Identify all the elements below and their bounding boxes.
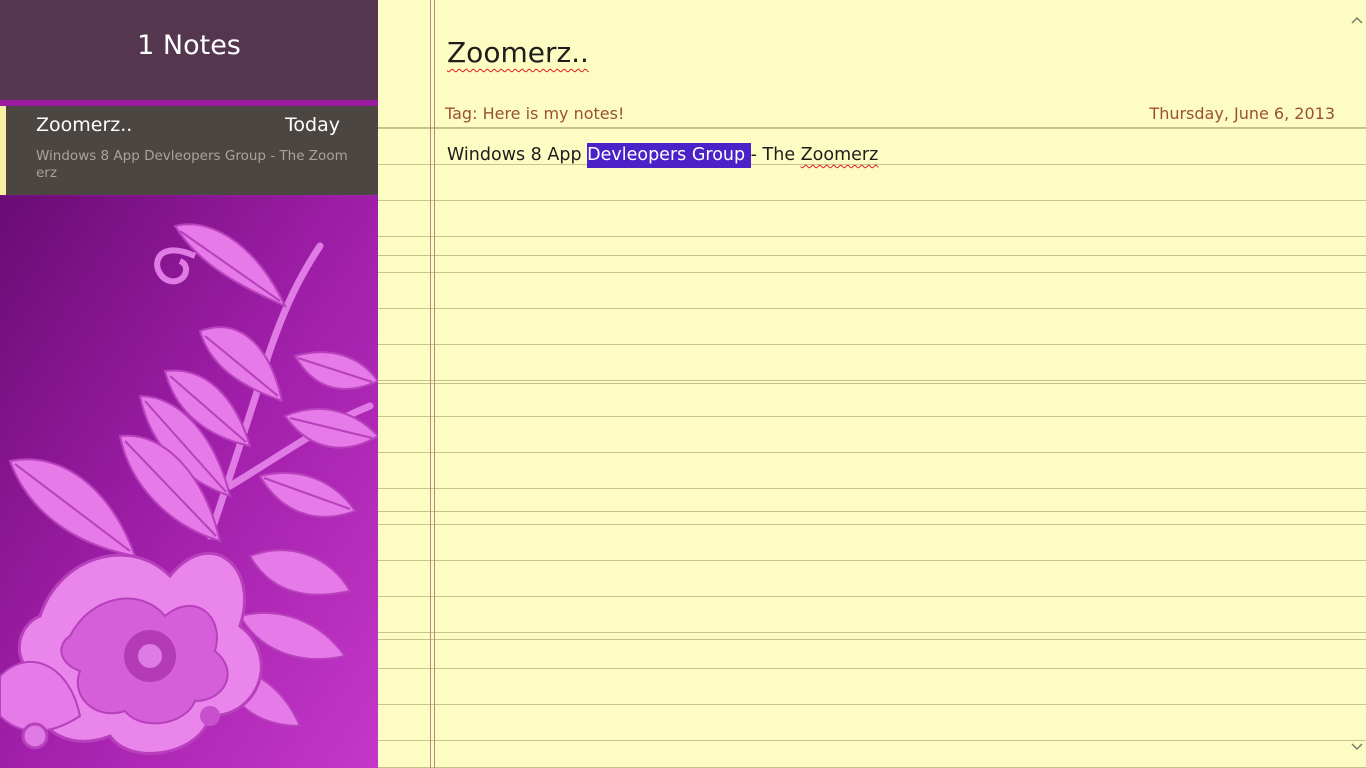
note-date: Thursday, June 6, 2013 [1149, 104, 1335, 123]
note-list-item-preview: Windows 8 App Devleopers Group - The Zoo… [36, 148, 348, 181]
misspelled-word: Zoomerz [800, 145, 879, 165]
chevron-down-icon[interactable] [1351, 740, 1363, 752]
sidebar-header: 1 Notes [0, 0, 378, 106]
note-editor[interactable]: Zoomerz.. Tag: Here is my notes! Thursda… [378, 0, 1366, 768]
notes-count-title: 1 Notes [137, 30, 241, 61]
body-text-middle: - The [750, 145, 801, 165]
selected-note-indicator [0, 106, 6, 195]
margin-line [430, 0, 431, 768]
body-text-start: Windows 8 App [447, 145, 588, 165]
margin-line [434, 0, 435, 768]
app-window: 1 Notes Zoomerz.. Today Windows 8 App De… [0, 0, 1366, 768]
vertical-scrollbar[interactable] [1348, 0, 1366, 768]
selected-text: Devleopers Group [587, 143, 751, 168]
note-list-item-date: Today [285, 114, 340, 136]
note-tag[interactable]: Tag: Here is my notes! [445, 104, 624, 123]
floral-background-art [0, 196, 378, 768]
sidebar: 1 Notes Zoomerz.. Today Windows 8 App De… [0, 0, 378, 768]
note-body-text[interactable]: Windows 8 App Devleopers Group - The Zoo… [447, 143, 879, 168]
note-list-item[interactable]: Zoomerz.. Today Windows 8 App Devleopers… [0, 106, 378, 195]
note-title[interactable]: Zoomerz.. [447, 36, 589, 69]
chevron-up-icon[interactable] [1351, 15, 1363, 27]
note-list-item-title: Zoomerz.. [36, 114, 133, 136]
